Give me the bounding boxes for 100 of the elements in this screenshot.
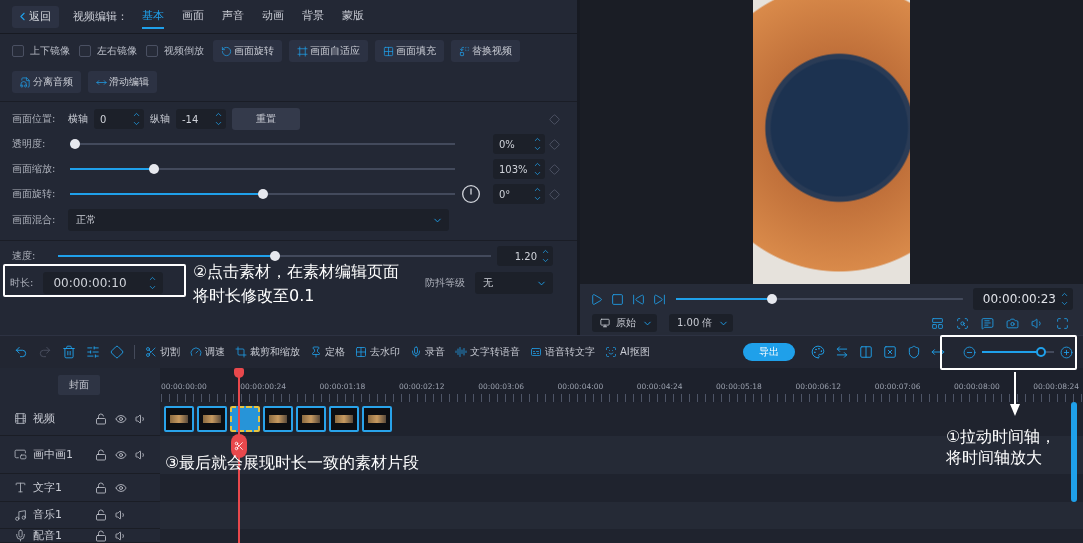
number-field[interactable]: 1.20: [497, 246, 553, 266]
tool-button[interactable]: 调速: [190, 345, 225, 359]
field-label: 画面混合:: [12, 213, 57, 227]
blend-dropdown[interactable]: 正常: [68, 209, 449, 231]
zoom-icon[interactable]: [956, 316, 969, 330]
checkbox[interactable]: [79, 45, 91, 57]
duration-field[interactable]: 00:00:00:10: [43, 272, 164, 294]
field-label: 时长:: [10, 276, 34, 290]
eye-icon[interactable]: [115, 448, 127, 461]
palette-icon[interactable]: [811, 345, 825, 359]
tool-button[interactable]: 裁剪和缩放: [235, 345, 300, 359]
checkbox[interactable]: [12, 45, 24, 57]
tool-button[interactable]: 文字转语音: [455, 345, 520, 359]
slider-thumb[interactable]: [269, 251, 280, 261]
time-field[interactable]: 00:00:00:23: [972, 288, 1073, 310]
diamond-icon[interactable]: [110, 345, 124, 359]
option-button[interactable]: 滑动编辑: [88, 71, 157, 93]
speed-dropdown[interactable]: 1.00 倍: [669, 314, 734, 332]
next-frame-icon[interactable]: [653, 292, 666, 306]
ratio-dropdown[interactable]: 原始: [592, 314, 657, 332]
annotation-text: ①拉动时间轴，: [946, 426, 1057, 447]
stop-icon[interactable]: [611, 292, 624, 306]
unlock-icon[interactable]: [95, 529, 107, 542]
option-button[interactable]: 画面填充: [375, 40, 444, 62]
eye-icon[interactable]: [115, 412, 127, 425]
eye-icon[interactable]: [115, 481, 127, 494]
slider-thumb[interactable]: [148, 164, 159, 174]
number-field[interactable]: 0%: [493, 134, 545, 154]
layout-icon[interactable]: [931, 316, 944, 330]
swap-icon[interactable]: [835, 345, 849, 359]
tab[interactable]: 声音: [222, 4, 244, 29]
undo-icon[interactable]: [14, 345, 28, 359]
unlock-icon[interactable]: [95, 509, 107, 521]
video-clip[interactable]: [329, 406, 359, 432]
field-label: 画面缩放:: [12, 162, 57, 176]
field-label: 画面位置:: [12, 112, 57, 126]
unlock-icon[interactable]: [95, 481, 107, 494]
option-button[interactable]: 画面旋转: [213, 40, 282, 62]
music-note-icon: [14, 508, 27, 522]
option-button[interactable]: 画面自适应: [289, 40, 368, 62]
tab[interactable]: 蒙版: [342, 4, 364, 29]
frame-icon: [297, 45, 308, 57]
subtitle-icon[interactable]: [981, 316, 994, 330]
cover-button[interactable]: 封面: [58, 375, 100, 395]
tab[interactable]: 基本: [142, 4, 164, 29]
annotation-text: 将时长修改至0.1: [193, 285, 316, 307]
slider-thumb[interactable]: [767, 294, 778, 304]
unlock-icon[interactable]: [95, 448, 107, 461]
stabilize-dropdown[interactable]: 无: [475, 272, 553, 294]
number-field[interactable]: 0°: [493, 184, 545, 204]
video-clip[interactable]: [230, 406, 260, 432]
grid-icon: [383, 45, 394, 57]
slider-thumb[interactable]: [70, 139, 80, 149]
tool-button[interactable]: 录音: [410, 345, 445, 359]
checkbox[interactable]: [146, 45, 158, 57]
columns-icon[interactable]: [859, 345, 873, 359]
previous-frame-icon[interactable]: [632, 292, 645, 306]
crop-icon: [235, 346, 247, 358]
video-clip[interactable]: [263, 406, 293, 432]
slider-thumb[interactable]: [1035, 347, 1046, 357]
camera-icon[interactable]: [1006, 316, 1019, 330]
dial-icon[interactable]: [461, 184, 481, 204]
playhead-marker[interactable]: [234, 368, 244, 378]
video-clip[interactable]: [197, 406, 227, 432]
tool-button[interactable]: 定格: [310, 345, 345, 359]
number-field[interactable]: 103%: [493, 159, 545, 179]
tool-button[interactable]: AI抠图: [605, 345, 650, 359]
trash-icon[interactable]: [62, 345, 76, 359]
fullscreen-icon[interactable]: [1056, 316, 1069, 330]
tool-button[interactable]: 切割: [145, 345, 180, 359]
scrollbar[interactable]: [1071, 402, 1077, 502]
video-clip[interactable]: [296, 406, 326, 432]
sliders-icon[interactable]: [86, 345, 100, 359]
slider-thumb[interactable]: [257, 189, 268, 199]
speaker-icon[interactable]: [135, 448, 147, 461]
number-field[interactable]: 0: [94, 109, 144, 129]
crossed-square-icon[interactable]: [883, 345, 897, 359]
pin-icon: [310, 346, 322, 358]
reset-button[interactable]: 重置: [232, 108, 300, 130]
speaker-icon[interactable]: [135, 412, 147, 425]
tool-button[interactable]: 语音转文字: [530, 345, 595, 359]
checkbox-label: 上下镜像: [30, 44, 70, 58]
volume-icon[interactable]: [1031, 316, 1044, 330]
option-button[interactable]: 分离音频: [12, 71, 81, 93]
speaker-icon[interactable]: [115, 509, 127, 521]
tab[interactable]: 画面: [182, 4, 204, 29]
shield-icon[interactable]: [907, 345, 921, 359]
video-clip[interactable]: [362, 406, 392, 432]
back-button[interactable]: 返回: [12, 5, 59, 28]
option-button[interactable]: 替换视频: [451, 40, 520, 62]
tab[interactable]: 动画: [262, 4, 284, 29]
video-clip[interactable]: [164, 406, 194, 432]
play-icon[interactable]: [590, 292, 603, 306]
tab[interactable]: 背景: [302, 4, 324, 29]
tool-button[interactable]: 去水印: [355, 345, 400, 359]
zoom-in-icon[interactable]: [1060, 345, 1073, 359]
zoom-out-icon[interactable]: [963, 345, 976, 359]
number-field[interactable]: -14: [176, 109, 226, 129]
speaker-icon[interactable]: [115, 529, 127, 542]
unlock-icon[interactable]: [95, 412, 107, 425]
